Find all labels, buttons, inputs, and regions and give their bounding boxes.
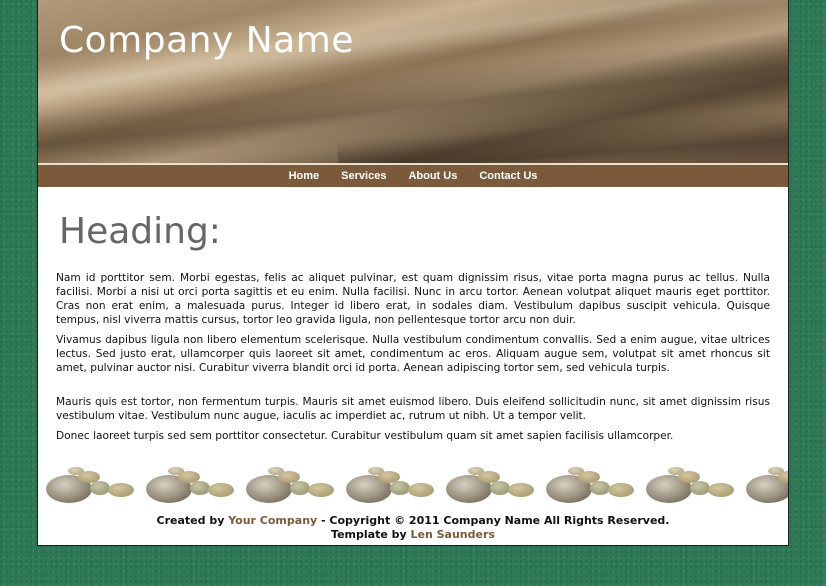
main-nav: Home Services About Us Contact Us: [38, 165, 788, 187]
company-name: Company Name: [59, 20, 354, 61]
footer-copyright-line: Created by Your Company - Copyright © 20…: [38, 514, 788, 528]
footer-template-by-label: Template by: [331, 528, 411, 541]
pebbles-group: [138, 465, 238, 509]
main-content: Heading: Nam id porttitor sem. Morbi ege…: [38, 211, 788, 443]
footer-copyright-text: - Copyright © 2011 Company Name All Righ…: [317, 514, 670, 527]
pebbles-group: [638, 465, 738, 509]
header-banner: Company Name: [38, 0, 788, 163]
nav-home-link[interactable]: Home: [278, 165, 331, 187]
footer-created-by-label: Created by: [156, 514, 229, 527]
pebbles-group: [38, 465, 138, 509]
pebbles-group: [238, 465, 338, 509]
page-container: Company Name Home Services About Us Cont…: [37, 0, 789, 546]
pebbles-group: [738, 465, 788, 509]
footer-your-company-link[interactable]: Your Company: [228, 514, 317, 527]
body-paragraph-2: Vivamus dapibus ligula non libero elemen…: [56, 334, 770, 374]
page-heading: Heading:: [59, 211, 221, 252]
footer-template-line: Template by Len Saunders: [38, 528, 788, 542]
pebbles-group: [338, 465, 438, 509]
body-paragraph-3: Mauris quis est tortor, non fermentum tu…: [56, 396, 770, 422]
nav-contact-us-link[interactable]: Contact Us: [468, 165, 548, 187]
footer-author-link[interactable]: Len Saunders: [411, 528, 495, 541]
body-paragraph-4: Donec laoreet turpis sed sem porttitor c…: [56, 430, 674, 442]
footer: Created by Your Company - Copyright © 20…: [38, 514, 788, 542]
pebbles-group: [438, 465, 538, 509]
pebbles-group: [538, 465, 638, 509]
pebbles-decoration: [38, 465, 788, 509]
body-paragraph-1: Nam id porttitor sem. Morbi egestas, fel…: [56, 272, 770, 326]
nav-about-us-link[interactable]: About Us: [397, 165, 468, 187]
nav-services-link[interactable]: Services: [330, 165, 397, 187]
